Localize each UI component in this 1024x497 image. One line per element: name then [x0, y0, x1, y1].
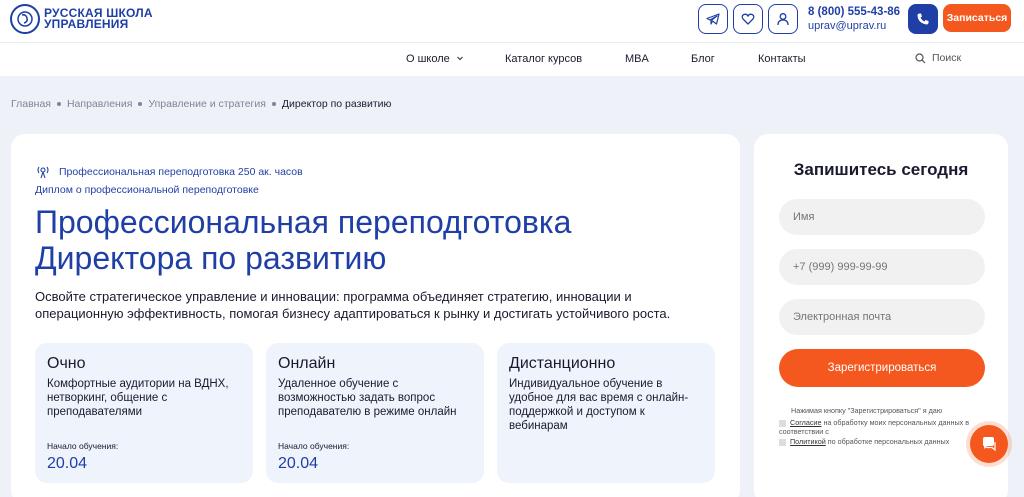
- register-button[interactable]: Зарегистрироваться: [779, 349, 985, 387]
- format-description: Удаленное обучение с возможностью задать…: [278, 378, 457, 418]
- policy-text: по обработке персональных данных: [825, 437, 950, 446]
- format-title: Онлайн: [278, 355, 336, 372]
- format-title: Очно: [47, 355, 86, 372]
- signup-button[interactable]: Записаться: [943, 4, 1011, 32]
- diploma-text: Диплом о профессиональной переподготовке: [35, 184, 259, 196]
- breadcrumb-home[interactable]: Главная: [11, 98, 51, 110]
- nav-item-about-label: О школе: [406, 53, 450, 65]
- phone-icon: [917, 13, 929, 25]
- course-card: Профессиональная переподготовка 250 ак. …: [11, 134, 740, 497]
- telegram-icon: [706, 13, 720, 25]
- phone-field[interactable]: [779, 249, 985, 285]
- course-description: Освойте стратегическое управление и инно…: [35, 289, 671, 321]
- consent-checkbox-2[interactable]: Политикой по обработке персональных данн…: [779, 437, 985, 446]
- format-title: Дистанционно: [509, 355, 616, 372]
- format-card-offline[interactable]: Очно Комфортные аудитории на ВДНХ, нетво…: [35, 343, 253, 483]
- broadcast-icon: [37, 166, 49, 179]
- start-date: 20.04: [47, 455, 88, 472]
- favorites-button[interactable]: [733, 4, 763, 34]
- breadcrumb-separator: [56, 102, 61, 106]
- format-description: Комфортные аудитории на ВДНХ, нетворкинг…: [47, 378, 229, 418]
- logo-text: РУССКАЯ ШКОЛА УПРАВЛЕНИЯ: [44, 7, 153, 31]
- search-placeholder: Поиск: [932, 52, 962, 64]
- course-tag-text: Профессиональная переподготовка 250 ак. …: [59, 166, 303, 178]
- start-label: Начало обучения:: [47, 441, 119, 451]
- start-date: 20.04: [278, 455, 319, 472]
- breadcrumb-separator: [271, 102, 276, 106]
- page-title-line-2: Директора по развитию: [35, 240, 387, 276]
- call-button[interactable]: [908, 4, 938, 34]
- start-label: Начало обучения:: [278, 441, 350, 451]
- heart-icon: [741, 13, 755, 25]
- form-title: Запишитесь сегодня: [793, 160, 969, 179]
- contacts-block: 8 (800) 555-43-86 uprav@uprav.ru: [808, 5, 900, 33]
- email-link[interactable]: uprav@uprav.ru: [808, 19, 900, 33]
- checkbox[interactable]: [779, 438, 786, 446]
- course-tag: Профессиональная переподготовка 250 ак. …: [35, 164, 303, 180]
- chevron-down-icon: [456, 56, 463, 61]
- page-title-line-1: Профессиональная переподготовка: [35, 204, 572, 240]
- user-icon: [777, 13, 789, 26]
- nav-item-about[interactable]: О школе: [406, 53, 464, 65]
- nav-item-blog[interactable]: Блог: [691, 53, 715, 65]
- logo-line-2: УПРАВЛЕНИЯ: [44, 17, 129, 31]
- top-header: РУССКАЯ ШКОЛА УПРАВЛЕНИЯ 8 (800) 555-43-…: [0, 0, 1024, 42]
- page-title: Профессиональная переподготовка Директор…: [35, 204, 715, 276]
- logo-emblem-icon: [10, 4, 40, 34]
- format-card-distance[interactable]: Дистанционно Индивидуальное обучение в у…: [497, 343, 715, 483]
- consent-intro: Нажимая кнопку "Зарегистрироваться" я да…: [791, 406, 943, 415]
- search-input[interactable]: Поиск: [915, 52, 961, 64]
- breadcrumb-separator: [138, 102, 143, 106]
- search-icon: [915, 52, 926, 63]
- main-nav: О школе Каталог курсов MBA Блог Контакты…: [0, 42, 1024, 76]
- name-field[interactable]: [779, 199, 985, 235]
- chat-icon: [983, 437, 996, 452]
- breadcrumb: Главная Направления Управление и стратег…: [11, 98, 391, 110]
- policy-link[interactable]: Политикой: [790, 437, 826, 446]
- chat-button[interactable]: [970, 425, 1008, 463]
- consent-checkbox-1[interactable]: Согласие на обработку моих персональных …: [779, 418, 985, 436]
- email-field[interactable]: [779, 299, 985, 335]
- breadcrumb-current: Директор по развитию: [281, 98, 392, 110]
- logo[interactable]: РУССКАЯ ШКОЛА УПРАВЛЕНИЯ: [10, 4, 153, 34]
- nav-item-contacts[interactable]: Контакты: [758, 53, 806, 65]
- breadcrumb-management[interactable]: Управление и стратегия: [148, 98, 266, 110]
- checkbox[interactable]: [779, 419, 786, 427]
- breadcrumb-directions[interactable]: Направления: [67, 98, 132, 110]
- consent-link[interactable]: Согласие: [790, 418, 821, 427]
- format-description: Индивидуальное обучение в удобное для ва…: [509, 378, 689, 432]
- format-card-online[interactable]: Онлайн Удаленное обучение с возможностью…: [266, 343, 484, 483]
- nav-item-catalog[interactable]: Каталог курсов: [505, 53, 582, 65]
- telegram-button[interactable]: [698, 4, 728, 34]
- nav-item-mba[interactable]: MBA: [625, 53, 649, 65]
- profile-button[interactable]: [768, 4, 798, 34]
- phone-link[interactable]: 8 (800) 555-43-86: [808, 5, 900, 19]
